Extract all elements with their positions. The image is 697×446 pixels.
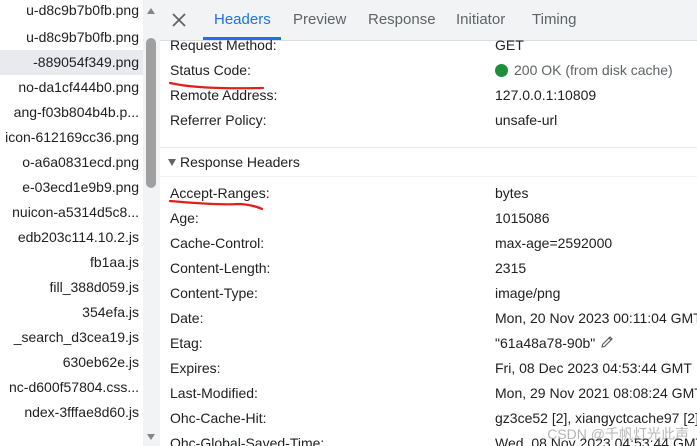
header-key: Cache-Control:	[170, 235, 265, 251]
request-row[interactable]: nuicon-a5314d5c8...	[0, 200, 143, 225]
request-row-label: nuicon-a5314d5c8...	[12, 204, 139, 220]
request-row-label: fb1aa.js	[89, 254, 139, 270]
general-row-referrer-policy: Referrer Policy: unsafe-url	[170, 108, 557, 133]
request-row-partial[interactable]: u-d8c9b7b0fb.png	[0, 0, 143, 25]
header-key: Accept-Ranges:	[170, 185, 270, 201]
response-header-row: Last-Modified: Mon, 29 Nov 2021 08:08:24…	[170, 381, 697, 406]
request-row[interactable]: o-a6a0831ecd.png	[0, 150, 143, 175]
request-row-label: u-d8c9b7b0fb.png	[26, 2, 139, 18]
general-row-request-method: Request Method: GET	[170, 33, 524, 58]
header-value: GET	[495, 37, 524, 53]
pencil-icon[interactable]	[599, 334, 615, 350]
request-row-label: ndex-3fffae8d60.js	[24, 404, 139, 420]
request-row-label: no-da1cf444b0.png	[18, 79, 139, 95]
header-key: Ohc-Cache-Hit:	[170, 410, 267, 426]
header-value: 127.0.0.1:10809	[495, 87, 597, 103]
request-row-label: fill_388d059.js	[49, 279, 139, 295]
header-value: max-age=2592000	[495, 235, 613, 251]
watermark: CSDN @千帆灯光此声	[547, 426, 689, 442]
header-value: 2315	[495, 260, 527, 276]
header-key: Etag:	[170, 335, 203, 351]
request-row[interactable]: 354efa.js	[0, 300, 143, 325]
header-value: "61a48a78-90b"	[495, 331, 615, 356]
response-header-row: Content-Type: image/png	[170, 281, 560, 306]
general-row-remote-address: Remote Address: 127.0.0.1:10809	[170, 83, 596, 108]
request-row[interactable]: ndex-3fffae8d60.js	[0, 400, 143, 425]
header-key: Age:	[170, 210, 199, 226]
request-row[interactable]: e-03ecd1e9b9.png	[0, 175, 143, 200]
request-list: u-d8c9b7b0fb.png -889054f349.png no-da1c…	[0, 0, 143, 446]
request-row[interactable]: fb1aa.js	[0, 250, 143, 275]
header-key: Referrer Policy:	[170, 112, 267, 128]
response-header-row: Ohc-Global-Saved-Time: Wed, 08 Nov 2023 …	[170, 431, 697, 446]
response-header-row: Ohc-Cache-Hit: gz3ce52 [2], xiangyctcach…	[170, 406, 697, 431]
response-header-row: Date: Mon, 20 Nov 2023 00:11:04 GMT	[170, 306, 697, 331]
request-detail-panel: Headers Preview Response Initiator Timin…	[160, 0, 697, 446]
request-list-scrollbar[interactable]	[143, 0, 160, 446]
request-row-label: nc-d600f57804.css...	[9, 379, 139, 395]
general-row-status-code: Status Code: 200 OK (from disk cache)	[170, 58, 673, 83]
header-key: Expires:	[170, 360, 221, 376]
header-key: Remote Address:	[170, 87, 278, 103]
header-value: Mon, 29 Nov 2021 08:08:24 GMT	[495, 385, 697, 401]
scroll-down-arrow-icon[interactable]	[147, 434, 155, 440]
request-row-label: e-03ecd1e9b9.png	[22, 179, 139, 195]
header-value: Fri, 08 Dec 2023 04:53:44 GMT	[495, 360, 692, 376]
header-value: unsafe-url	[495, 112, 558, 128]
response-header-row: Accept-Ranges: bytes	[170, 181, 528, 206]
scroll-up-arrow-icon[interactable]	[147, 8, 155, 14]
close-icon[interactable]	[170, 11, 188, 29]
header-key: Content-Type:	[170, 285, 258, 301]
request-row-label: -889054f349.png	[33, 54, 139, 70]
request-row-selected[interactable]: -889054f349.png	[0, 50, 143, 75]
response-header-row: Expires: Fri, 08 Dec 2023 04:53:44 GMT	[170, 356, 692, 381]
request-row-label: 630eb62e.js	[62, 354, 139, 370]
header-key: Ohc-Global-Saved-Time:	[170, 435, 325, 446]
header-key: Request Method:	[170, 37, 277, 53]
tab-timing[interactable]: Timing	[532, 0, 576, 40]
request-row[interactable]: icon-612169cc36.png	[0, 125, 143, 150]
request-row[interactable]: 630eb62e.js	[0, 350, 143, 375]
header-key: Date:	[170, 310, 204, 326]
response-header-row: Etag: "61a48a78-90b"	[170, 331, 614, 356]
header-key: Last-Modified:	[170, 385, 258, 401]
tab-response[interactable]: Response	[368, 0, 436, 40]
response-header-row: Content-Length: 2315	[170, 256, 526, 281]
request-row-label: o-a6a0831ecd.png	[22, 154, 139, 170]
response-headers-section-toggle[interactable]: Response Headers	[160, 147, 697, 177]
response-header-row: Age: 1015086	[170, 206, 550, 231]
request-row-label: ang-f03b804b4b.p...	[13, 104, 139, 120]
header-key: Status Code:	[170, 62, 251, 78]
response-header-row: Cache-Control: max-age=2592000	[170, 231, 612, 256]
request-row[interactable]: _search_d3cea19.js	[0, 325, 143, 350]
header-key: Content-Length:	[170, 260, 271, 276]
tab-preview[interactable]: Preview	[293, 0, 346, 40]
section-title: Response Headers	[180, 154, 300, 170]
header-value: 1015086	[495, 210, 550, 226]
request-row[interactable]: u-d8c9b7b0fb.png	[0, 25, 143, 50]
request-row[interactable]: fill_388d059.js	[0, 275, 143, 300]
request-row-label: edb203c114.10.2.js	[17, 229, 139, 245]
request-row[interactable]: nc-d600f57804.css...	[0, 375, 143, 400]
request-row[interactable]: ang-f03b804b4b.p...	[0, 100, 143, 125]
scroll-thumb[interactable]	[146, 38, 156, 188]
status-value: 200 OK (from disk cache)	[495, 58, 673, 83]
request-row-label: u-d8c9b7b0fb.png	[26, 29, 139, 45]
request-row[interactable]: edb203c114.10.2.js	[0, 225, 143, 250]
status-text: 200 OK (from disk cache)	[514, 62, 673, 78]
triangle-down-icon	[168, 159, 176, 166]
request-row[interactable]: no-da1cf444b0.png	[0, 75, 143, 100]
request-row-label: 354efa.js	[82, 304, 139, 320]
status-ok-dot-icon	[495, 64, 508, 77]
request-row-label: icon-612169cc36.png	[5, 129, 139, 145]
etag-text: "61a48a78-90b"	[495, 335, 596, 351]
request-row-label: _search_d3cea19.js	[13, 329, 139, 345]
header-value: bytes	[495, 185, 529, 201]
header-value: image/png	[495, 285, 561, 301]
header-value: Mon, 20 Nov 2023 00:11:04 GMT	[495, 310, 697, 326]
